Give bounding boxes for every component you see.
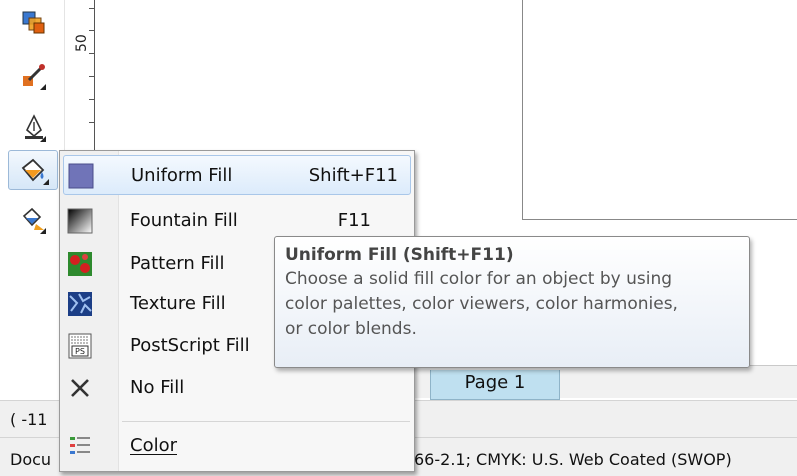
cursor-coordinates: ( -11 bbox=[10, 410, 48, 429]
eyedropper-tool-icon[interactable] bbox=[14, 56, 54, 94]
tab-page-1[interactable]: Page 1 bbox=[430, 370, 560, 400]
ruler-label: 50 bbox=[74, 34, 90, 52]
tooltip-title: Uniform Fill (Shift+F11) bbox=[285, 245, 514, 265]
menu-item-label: Uniform Fill bbox=[131, 165, 233, 186]
document-info-prefix: Docu bbox=[10, 450, 52, 469]
menu-item-shortcut: Shift+F11 bbox=[308, 165, 398, 186]
tooltip: Uniform Fill (Shift+F11) Choose a solid … bbox=[274, 236, 750, 368]
document-page[interactable] bbox=[522, 0, 797, 220]
menu-item-label: No Fill bbox=[130, 377, 185, 398]
outline-pen-tool-icon[interactable] bbox=[14, 108, 54, 146]
menu-item-fountain-fill[interactable]: Fountain Fill F11 bbox=[63, 201, 411, 241]
svg-text:PS: PS bbox=[75, 347, 85, 356]
menu-item-label: PostScript Fill bbox=[130, 335, 250, 356]
menu-item-uniform-fill[interactable]: Uniform Fill Shift+F11 bbox=[63, 155, 411, 195]
tooltip-line: Choose a solid fill color for an object … bbox=[285, 269, 673, 289]
menu-item-shortcut: F11 bbox=[337, 210, 371, 231]
interactive-fill-tool-icon[interactable] bbox=[14, 200, 54, 238]
texture-fill-icon bbox=[68, 292, 92, 316]
menu-item-label: Color bbox=[130, 435, 177, 456]
uniform-fill-icon bbox=[68, 163, 94, 189]
menu-item-no-fill[interactable]: No Fill bbox=[63, 368, 411, 408]
toolbox bbox=[0, 0, 62, 400]
menu-item-label: Fountain Fill bbox=[130, 210, 238, 231]
postscript-fill-icon: PS bbox=[68, 333, 92, 359]
no-fill-icon bbox=[71, 379, 89, 397]
fill-tool-icon[interactable] bbox=[8, 150, 58, 190]
pattern-fill-icon bbox=[68, 252, 92, 276]
color-profile-info: 66-2.1; CMYK: U.S. Web Coated (SWOP) bbox=[414, 450, 732, 469]
tooltip-line: or color blends. bbox=[285, 319, 417, 339]
transparency-tool-icon[interactable] bbox=[14, 4, 54, 42]
menu-item-color[interactable]: Color bbox=[63, 426, 411, 466]
tooltip-line: color palettes, color viewers, color har… bbox=[285, 294, 678, 314]
fountain-fill-icon bbox=[67, 208, 93, 234]
color-docker-icon bbox=[70, 437, 90, 454]
menu-separator bbox=[122, 421, 410, 422]
menu-item-label: Pattern Fill bbox=[130, 253, 225, 274]
menu-item-label: Texture Fill bbox=[130, 293, 226, 314]
